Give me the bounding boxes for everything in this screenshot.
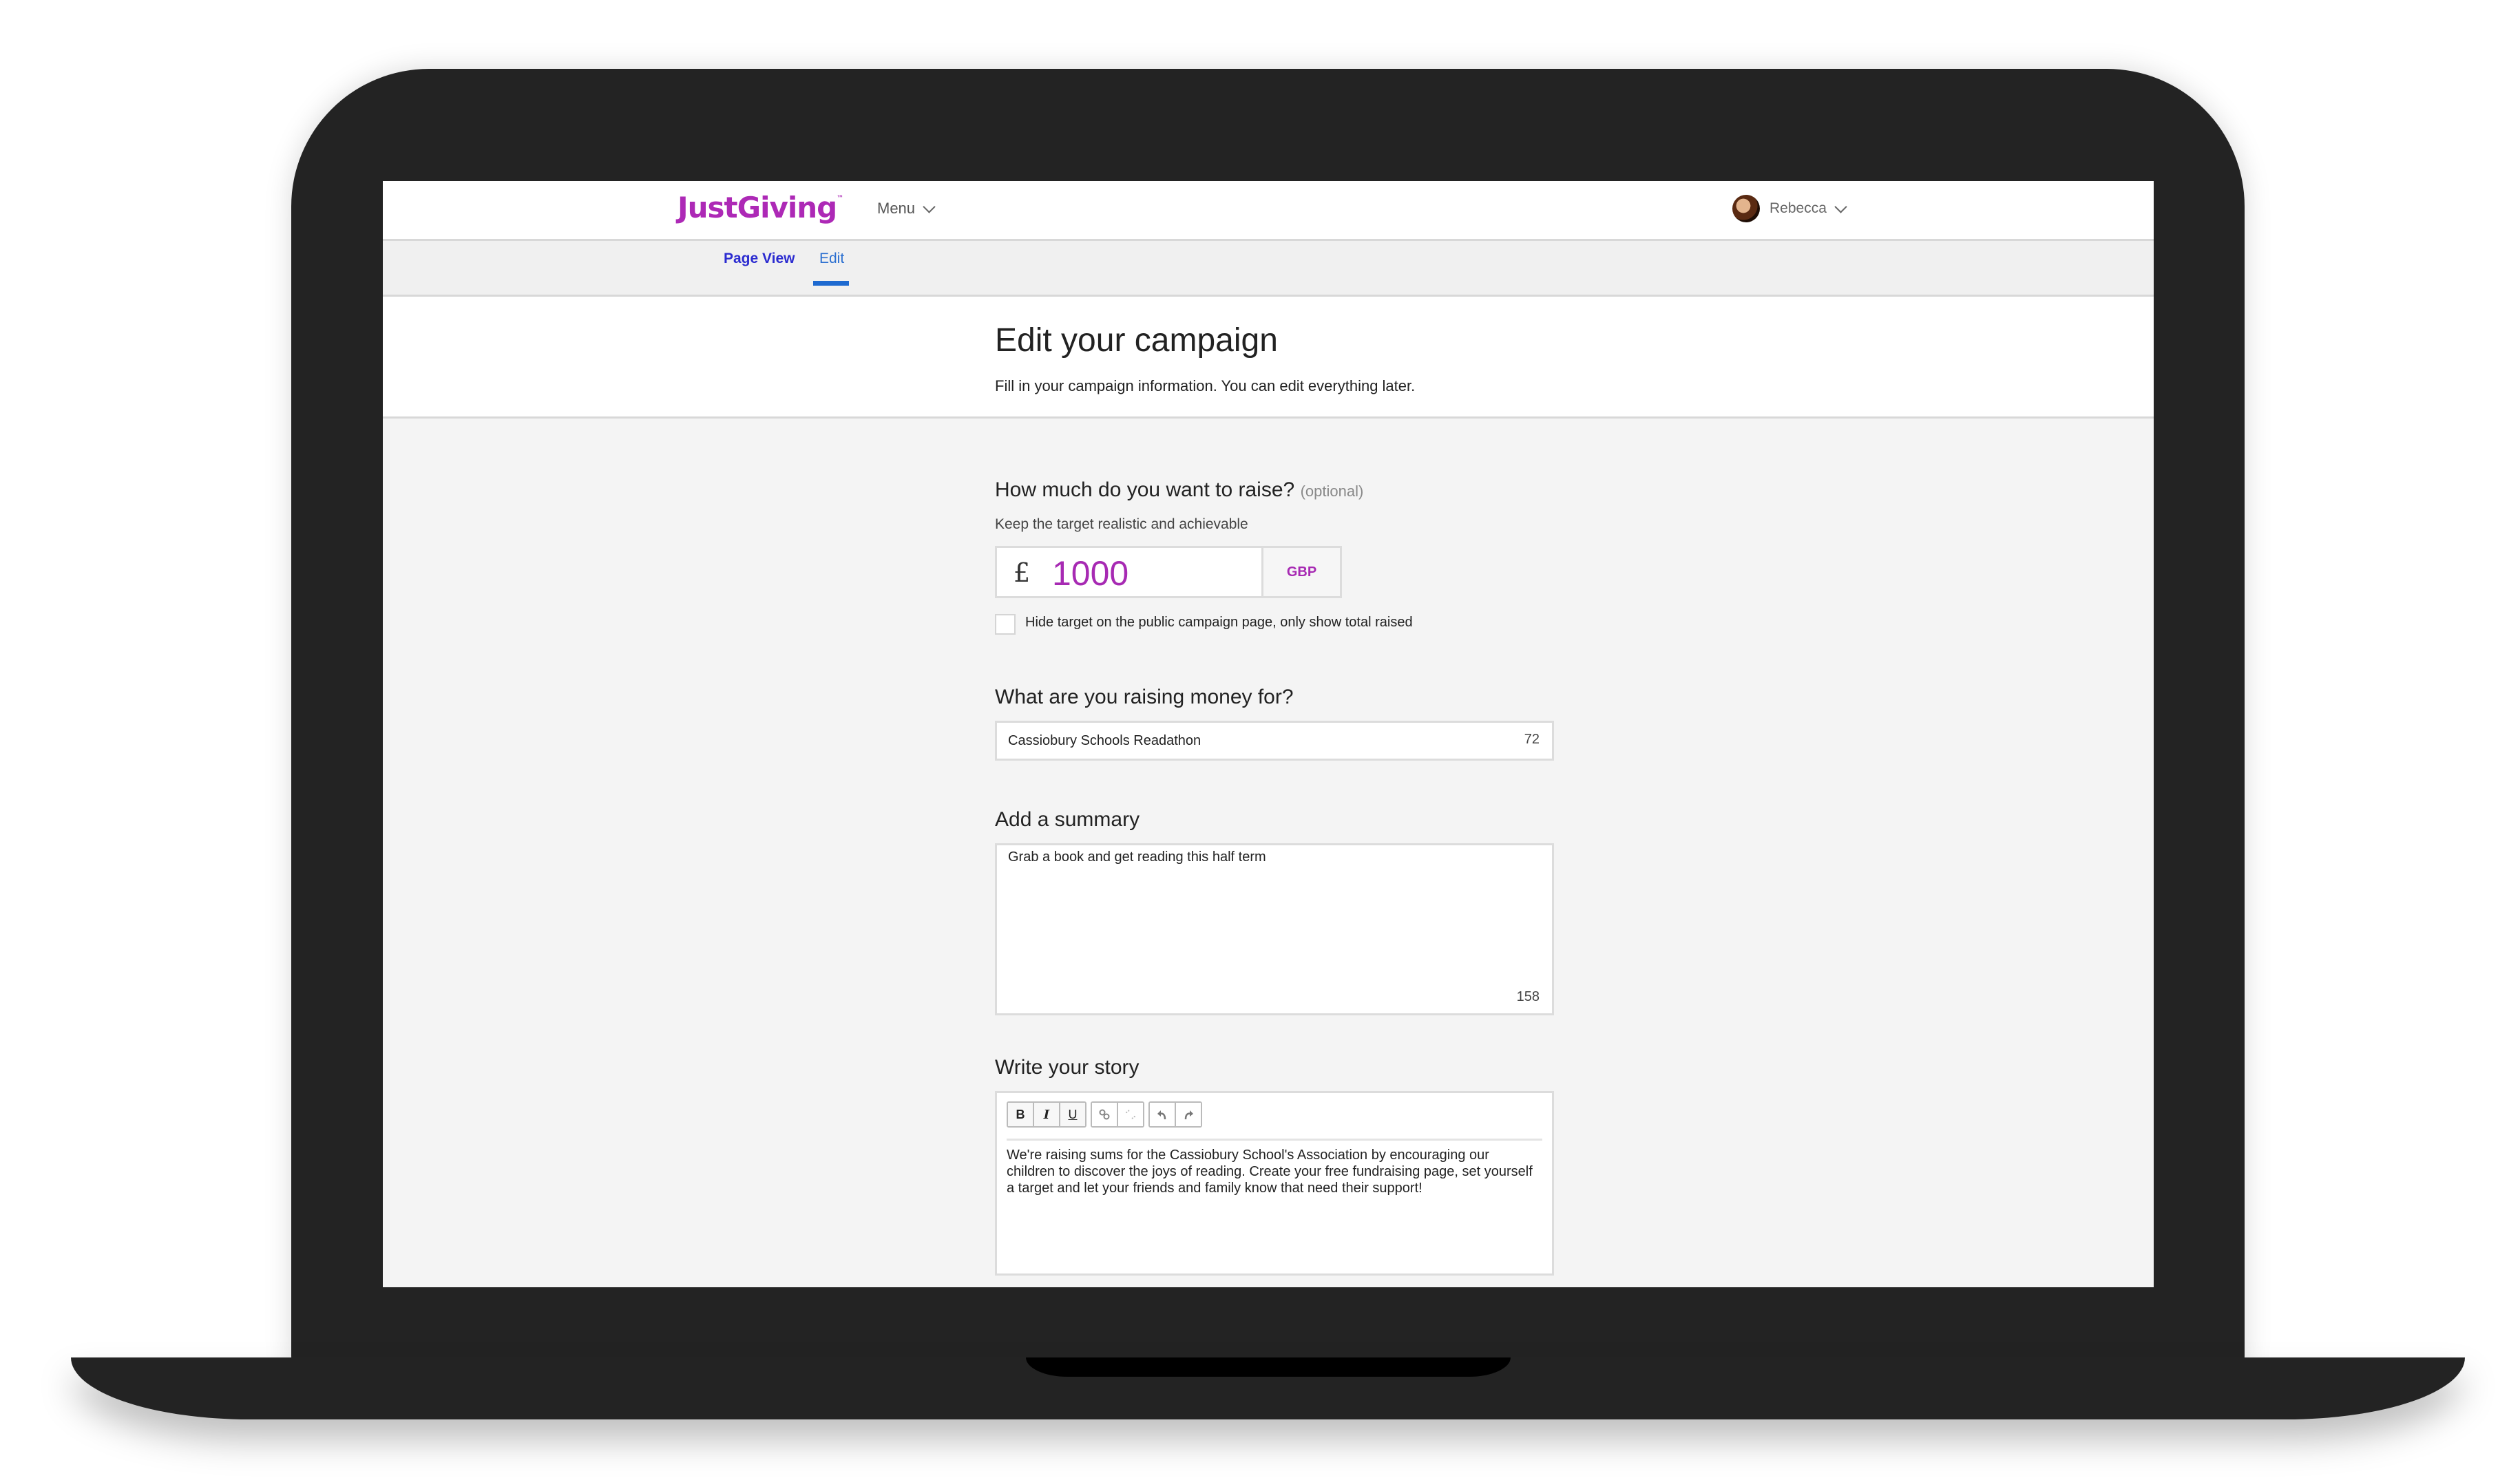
menu-label: Menu (877, 200, 916, 217)
target-label-text: How much do you want to raise? (995, 478, 1295, 501)
top-navigation: JustGiving™ Menu Rebecca (383, 181, 2154, 241)
justgiving-logo[interactable]: JustGiving™ (678, 191, 843, 224)
bold-button[interactable]: B (1008, 1103, 1034, 1126)
purpose-label: What are you raising money for? (995, 686, 1294, 708)
undo-button[interactable] (1150, 1103, 1176, 1126)
optional-tag: (optional) (1300, 483, 1364, 500)
undo-icon (1157, 1110, 1166, 1120)
link-icon (1099, 1109, 1110, 1120)
page-title: Edit your campaign (995, 322, 1278, 359)
page-header: Edit your campaign Fill in your campaign… (383, 297, 2154, 419)
purpose-input[interactable]: Cassiobury Schools Readathon 72 (995, 721, 1554, 761)
unlink-icon (1126, 1110, 1135, 1119)
summary-label: Add a summary (995, 808, 1140, 831)
purpose-value: Cassiobury Schools Readathon (1008, 733, 1201, 748)
target-help: Keep the target realistic and achievable (995, 516, 1248, 532)
editor-toolbar: B I U (1007, 1101, 1202, 1128)
story-label: Write your story (995, 1056, 1140, 1079)
underline-button[interactable]: U (1060, 1103, 1085, 1126)
active-tab-indicator (813, 281, 849, 286)
chevron-down-icon (1834, 200, 1847, 213)
browser-screen: JustGiving™ Menu Rebecca Page View Edit … (383, 181, 2154, 1287)
italic-button[interactable]: I (1034, 1103, 1060, 1126)
page-subtitle: Fill in your campaign information. You c… (995, 377, 1416, 394)
laptop-notch (1026, 1357, 1511, 1377)
chevron-down-icon (923, 200, 936, 213)
unlink-button[interactable] (1118, 1103, 1143, 1126)
summary-textarea[interactable]: Grab a book and get reading this half te… (995, 843, 1554, 1015)
logo-text: JustGiving (678, 191, 837, 224)
link-button[interactable] (1092, 1103, 1118, 1126)
toolbar-divider (1007, 1139, 1542, 1141)
tab-bar: Page View Edit (383, 241, 2154, 297)
history-group (1148, 1101, 1202, 1128)
purpose-char-counter: 72 (1524, 732, 1540, 747)
redo-button[interactable] (1176, 1103, 1201, 1126)
avatar (1732, 195, 1760, 222)
target-amount-input[interactable]: £ 1000 (995, 546, 1263, 598)
currency-selector[interactable]: GBP (1261, 546, 1342, 598)
format-group: B I U (1007, 1101, 1086, 1128)
tab-page-view[interactable]: Page View (724, 251, 795, 267)
tab-edit[interactable]: Edit (819, 251, 844, 267)
link-group (1091, 1101, 1144, 1128)
menu-dropdown[interactable]: Menu (877, 200, 936, 218)
summary-value: Grab a book and get reading this half te… (1008, 849, 1266, 865)
user-menu[interactable]: Rebecca (1732, 195, 1847, 222)
currency-symbol: £ (1014, 558, 1031, 588)
redo-icon (1184, 1110, 1193, 1120)
user-name: Rebecca (1770, 200, 1827, 216)
summary-char-counter: 158 (1516, 989, 1540, 1004)
story-content: We're raising sums for the Cassiobury Sc… (1007, 1148, 1533, 1196)
trademark: ™ (837, 195, 843, 202)
hide-target-label[interactable]: Hide target on the public campaign page,… (1025, 615, 1413, 631)
hide-target-checkbox[interactable] (995, 614, 1016, 635)
target-amount-value: 1000 (1052, 554, 1129, 593)
story-editor[interactable]: B I U We're raising sums for the Cassiob… (995, 1091, 1554, 1276)
target-label: How much do you want to raise? (optional… (995, 478, 1363, 502)
